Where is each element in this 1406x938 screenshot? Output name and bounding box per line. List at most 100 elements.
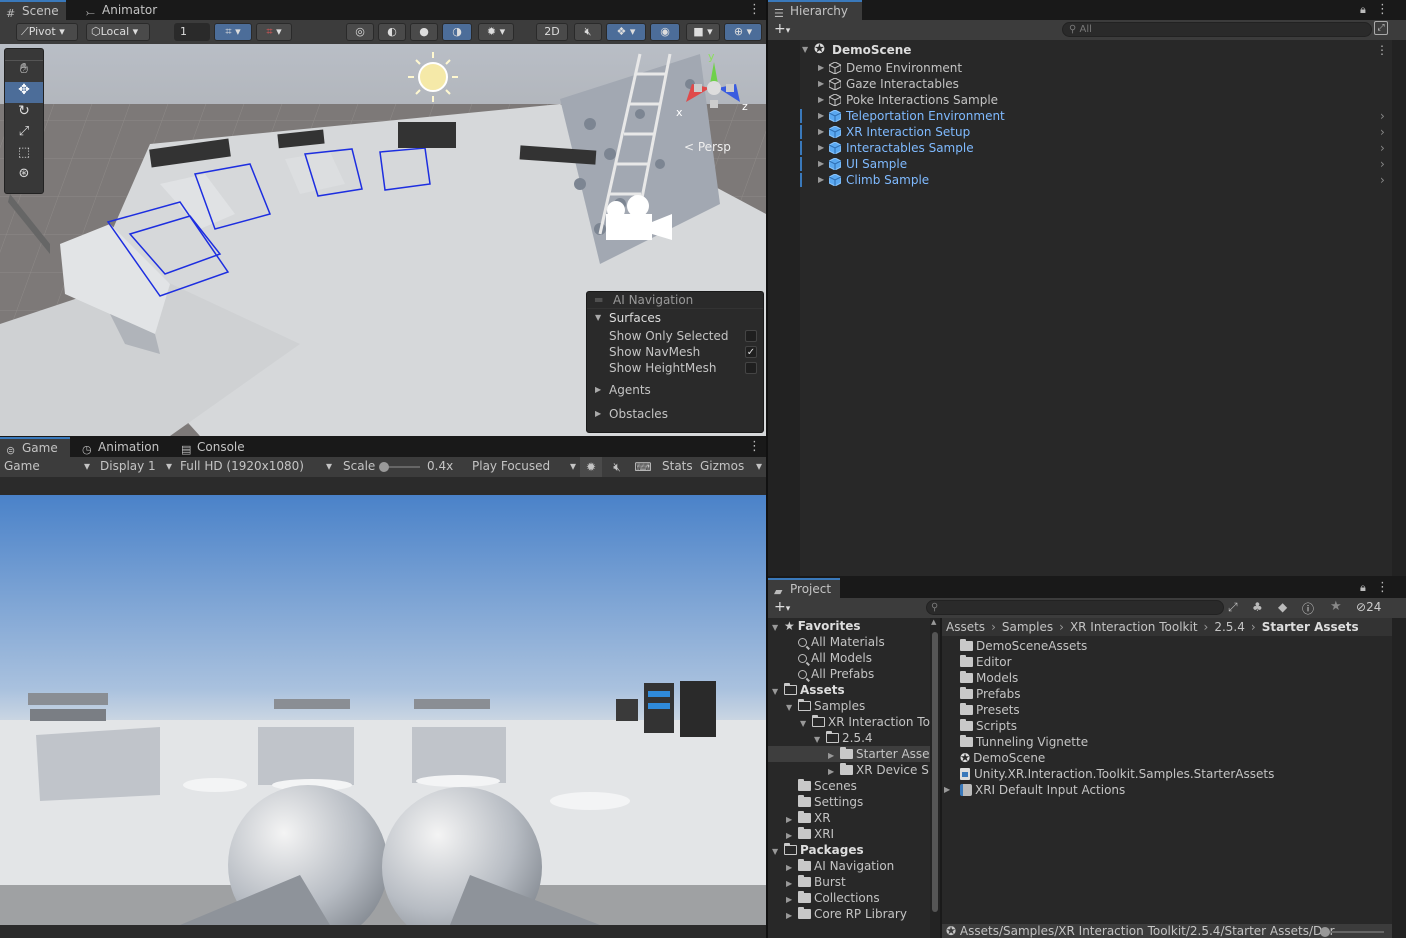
scene-visibility-icon[interactable]: ⤢ bbox=[1374, 21, 1388, 35]
scale-slider[interactable] bbox=[379, 462, 420, 472]
collapsed-arrow-icon[interactable]: ▶ bbox=[786, 860, 798, 874]
project-tree-item[interactable]: ▼ ★ Favorites bbox=[768, 618, 930, 634]
expanded-arrow-icon[interactable]: ▼ bbox=[786, 700, 798, 714]
shortcuts-button[interactable]: ⌨ bbox=[632, 457, 654, 477]
log-filter-icon[interactable]: ⓘ bbox=[1302, 600, 1314, 617]
tab-animation[interactable]: ◷ Animation bbox=[76, 437, 165, 457]
project-asset-item[interactable]: Models bbox=[942, 670, 1382, 686]
project-tree-item[interactable]: ▼ Samples bbox=[768, 698, 930, 714]
project-scrollbar[interactable] bbox=[1392, 618, 1406, 938]
debug-button[interactable]: ✹ bbox=[580, 457, 602, 477]
chevron-right-icon[interactable]: › bbox=[1380, 156, 1385, 172]
hierarchy-item[interactable]: ▶ UI Sample › bbox=[768, 156, 1388, 172]
breadcrumb-item[interactable]: XR Interaction Toolkit bbox=[1070, 620, 1198, 634]
display-dropdown[interactable]: Display 1 ▾ bbox=[100, 459, 172, 473]
effects-toggle[interactable]: ❖ ▾ bbox=[606, 23, 646, 41]
collapsed-arrow-icon[interactable]: ▶ bbox=[828, 764, 840, 778]
breadcrumb-item[interactable]: 2.5.4 bbox=[1214, 620, 1245, 634]
expanded-arrow-icon[interactable]: ▼ bbox=[772, 620, 784, 634]
gizmos-button[interactable]: ⊕ ▾ bbox=[724, 23, 762, 41]
transform-tool-icon[interactable]: ⊛ bbox=[5, 166, 43, 187]
hierarchy-item[interactable]: ▶ XR Interaction Setup › bbox=[768, 124, 1388, 140]
show-only-selected-row[interactable]: Show Only Selected bbox=[587, 328, 763, 344]
project-tree-item[interactable]: ▼ Assets bbox=[768, 682, 930, 698]
tree-scrollbar[interactable]: ▲ bbox=[930, 618, 940, 938]
show-navmesh-row[interactable]: Show NavMesh ✓ bbox=[587, 344, 763, 360]
agents-foldout[interactable]: ▶ Agents bbox=[587, 381, 763, 399]
tree-scrollbar-up-icon[interactable]: ▲ bbox=[931, 618, 936, 626]
hierarchy-item[interactable]: ▶ Poke Interactions Sample bbox=[768, 92, 1388, 108]
wireframe-button[interactable]: ◎ bbox=[346, 23, 374, 41]
scene-root-row[interactable]: ▼ ✪ DemoScene ⋮ bbox=[768, 42, 1388, 58]
breadcrumb-item[interactable]: Starter Assets bbox=[1262, 620, 1359, 634]
filter-by-label-icon[interactable]: ◆ bbox=[1278, 600, 1287, 614]
play-mode-dropdown[interactable]: Play Focused ▾ bbox=[472, 459, 576, 473]
scale-tool-icon[interactable]: ⤢ bbox=[5, 124, 43, 145]
collapsed-arrow-icon[interactable]: ▶ bbox=[786, 828, 798, 842]
project-tree-item[interactable]: ▶ XR Device S bbox=[768, 762, 930, 778]
expanded-arrow-icon[interactable]: ▼ bbox=[800, 716, 812, 730]
project-tree-item[interactable]: All Materials bbox=[768, 634, 930, 650]
hierarchy-item[interactable]: ▶ Gaze Interactables bbox=[768, 76, 1388, 92]
project-asset-item[interactable]: Editor bbox=[942, 654, 1382, 670]
tab-animator[interactable]: ⤚ Animator bbox=[80, 0, 163, 20]
shaded-button[interactable]: ◑ bbox=[442, 23, 472, 41]
project-asset-item[interactable]: Presets bbox=[942, 702, 1382, 718]
audio-toggle[interactable]: 🔇︎ bbox=[574, 23, 602, 41]
hierarchy-scrollbar[interactable] bbox=[1392, 40, 1406, 576]
game-menu-icon[interactable]: ⋮ bbox=[748, 440, 761, 454]
project-tree-item[interactable]: All Models bbox=[768, 650, 930, 666]
move-tool-icon[interactable]: ✥ bbox=[5, 82, 43, 103]
tree-scrollbar-thumb[interactable] bbox=[932, 632, 938, 912]
lock-icon[interactable]: 🔒︎ bbox=[1360, 3, 1366, 17]
hidden-packages-toggle[interactable]: ⊘24 bbox=[1356, 600, 1381, 614]
hierarchy-menu-icon[interactable]: ⋮ bbox=[1376, 3, 1389, 17]
hierarchy-item[interactable]: ▶ Climb Sample › bbox=[768, 172, 1388, 188]
project-tree-item[interactable]: ▼ XR Interaction To bbox=[768, 714, 930, 730]
lock-icon[interactable]: 🔒︎ bbox=[1360, 581, 1366, 595]
icon-size-slider[interactable] bbox=[1320, 927, 1384, 937]
project-tree-item[interactable]: ▶ Collections bbox=[768, 890, 930, 906]
debug-draw-mode-button[interactable]: ✹ ▾ bbox=[478, 23, 514, 41]
collapsed-arrow-icon[interactable]: ▶ bbox=[786, 876, 798, 890]
rotate-tool-icon[interactable]: ↻ bbox=[5, 103, 43, 124]
gizmos-dropdown[interactable]: Gizmos ▾ bbox=[700, 459, 762, 473]
hierarchy-item[interactable]: ▶ Interactables Sample › bbox=[768, 140, 1388, 156]
chevron-right-icon[interactable]: › bbox=[1380, 140, 1385, 156]
game-view-dropdown[interactable]: Game ▾ bbox=[4, 459, 90, 473]
mute-audio-button[interactable]: 🔇︎ bbox=[606, 457, 628, 477]
visibility-toggle[interactable]: ◉ bbox=[650, 23, 680, 41]
project-asset-item[interactable]: ✪ DemoScene bbox=[942, 750, 1382, 766]
project-tree-item[interactable]: Settings bbox=[768, 794, 930, 810]
project-tree-item[interactable]: Scenes bbox=[768, 778, 930, 794]
breadcrumb-item[interactable]: Assets bbox=[946, 620, 985, 634]
hand-tool-icon[interactable]: ✋︎ bbox=[5, 61, 43, 82]
tab-game[interactable]: ⊜ Game bbox=[0, 437, 70, 457]
chevron-right-icon[interactable]: › bbox=[1380, 108, 1385, 124]
tab-scene[interactable]: # Scene bbox=[0, 0, 66, 20]
expanded-arrow-icon[interactable]: ▼ bbox=[772, 844, 784, 858]
project-asset-item[interactable]: ▶ XRI Default Input Actions bbox=[942, 782, 1382, 798]
shaded-wire-button[interactable]: ◐ bbox=[378, 23, 406, 41]
project-asset-item[interactable]: Scripts bbox=[942, 718, 1382, 734]
create-button[interactable]: +▾ bbox=[774, 21, 790, 37]
scene-menu-icon[interactable]: ⋮ bbox=[748, 3, 761, 17]
project-tree-item[interactable]: All Prefabs bbox=[768, 666, 930, 682]
collapsed-arrow-icon[interactable]: ▶ bbox=[828, 748, 840, 762]
unlit-button[interactable]: ● bbox=[410, 23, 438, 41]
tab-project[interactable]: ▰ Project bbox=[768, 578, 840, 598]
project-tree-item[interactable]: ▶ Starter Asse bbox=[768, 746, 930, 762]
project-search[interactable]: ⚲ bbox=[926, 600, 1224, 615]
expanded-arrow-icon[interactable]: ▼ bbox=[772, 684, 784, 698]
collapsed-arrow-icon[interactable]: ▶ bbox=[944, 782, 950, 798]
resolution-dropdown[interactable]: Full HD (1920x1080) ▾ bbox=[180, 459, 332, 473]
project-tree-item[interactable]: ▼ 2.5.4 bbox=[768, 730, 930, 746]
rect-tool-icon[interactable]: ⬚ bbox=[5, 145, 43, 166]
expanded-arrow-icon[interactable]: ▼ bbox=[814, 732, 826, 746]
collapsed-arrow-icon[interactable]: ▶ bbox=[786, 812, 798, 826]
project-tree-item[interactable]: ▶ Core RP Library bbox=[768, 906, 930, 922]
game-viewport[interactable] bbox=[0, 495, 766, 925]
project-asset-item[interactable]: Prefabs bbox=[942, 686, 1382, 702]
hierarchy-search[interactable]: ⚲ All bbox=[1062, 22, 1372, 37]
project-asset-item[interactable]: Tunneling Vignette bbox=[942, 734, 1382, 750]
